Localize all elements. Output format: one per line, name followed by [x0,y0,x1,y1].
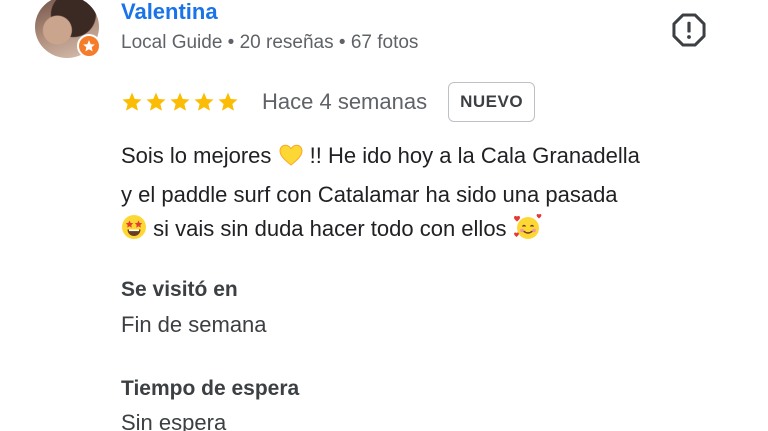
report-icon [672,13,706,47]
star-icon [218,92,238,111]
rating-row: Hace 4 semanas NUEVO [121,82,536,122]
avatar[interactable] [35,0,101,58]
review-text-line: Sois lo mejores !! He ido hoy a la Cala … [121,139,741,178]
new-badge: NUEVO [448,82,536,122]
smiling-face-with-hearts-emoji [513,214,543,251]
local-guide-badge-icon [77,34,101,58]
visited-label: Se visitó en [121,278,238,301]
review-text: Sois lo mejores !! He ido hoy a la Cala … [121,139,741,251]
visited-value: Fin de semana [121,312,267,337]
review-text-line: y el paddle surf con Catalamar ha sido u… [121,181,618,207]
star-rating [121,91,239,113]
star-icon [194,92,214,111]
wait-time-label: Tiempo de espera [121,377,300,400]
wait-time-value: Sin espera [121,410,227,431]
star-icon [146,92,166,111]
star-icon [170,92,190,111]
star-icon [122,92,142,111]
review-text-segment: Sois lo mejores [121,143,272,168]
reviewer-name[interactable]: Valentina [121,0,218,26]
review-date: Hace 4 semanas [262,89,428,114]
review-text-segment: si vais sin duda hacer todo con ellos [153,216,507,241]
review-card: Valentina Local Guide • 20 reseñas • 67 … [0,0,768,431]
yellow-heart-emoji [278,143,304,178]
review-text-segment: !! He ido hoy a la Cala Granadella [309,143,640,168]
review-text-line: si vais sin duda hacer todo con ellos [121,212,741,251]
reviewer-meta: Local Guide • 20 reseñas • 67 fotos [121,32,419,53]
report-button[interactable] [670,11,708,49]
star-struck-emoji [121,214,147,251]
